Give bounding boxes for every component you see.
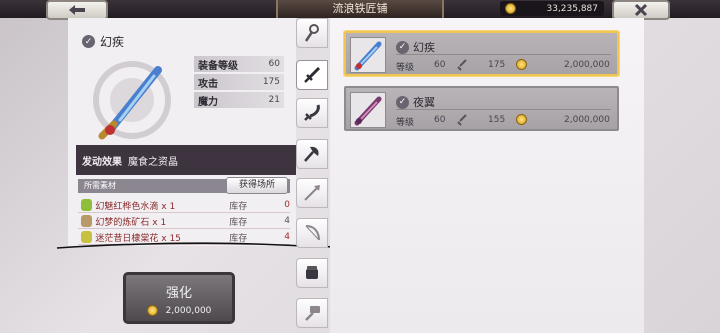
item-thumbnail	[350, 92, 386, 128]
divider	[396, 109, 611, 110]
tab-bow[interactable]	[296, 218, 328, 248]
material-stock: 0	[284, 200, 290, 210]
stat-label: 攻击	[198, 78, 218, 90]
effect-key: 发动效果	[82, 156, 122, 168]
hammer-icon	[305, 306, 320, 321]
staff-icon	[304, 24, 319, 42]
item-level-label: 等级	[396, 118, 415, 128]
material-stock-label: 库存	[229, 217, 248, 228]
enhance-cost: 2,000,000	[126, 305, 232, 316]
item-name: ✓ 夜翼	[396, 94, 435, 110]
item-name-text: 幻疾	[413, 41, 435, 54]
check-icon: ✓	[396, 95, 409, 109]
stat-equip-level: 装备等级 60	[194, 56, 284, 72]
attack-icon	[457, 114, 467, 126]
item-level: 60	[434, 115, 446, 125]
axe-icon	[304, 146, 319, 162]
stat-value: 175	[262, 77, 280, 87]
page-title: 流浪铁匠铺	[276, 0, 444, 18]
item-name: ✓ 幻疾	[396, 39, 435, 55]
effect-bar: 发动效果 魔食之资晶	[76, 145, 296, 175]
check-icon: ✓	[82, 35, 95, 48]
weapon-emblem-icon	[93, 61, 171, 140]
tab-sword[interactable]	[296, 60, 328, 90]
tab-blade[interactable]	[296, 98, 328, 128]
back-button[interactable]	[46, 0, 108, 20]
sword-icon	[354, 41, 382, 71]
close-button[interactable]	[612, 0, 670, 20]
tab-axe[interactable]	[296, 139, 328, 169]
enhance-cost-value: 2,000,000	[165, 305, 212, 316]
enhance-button[interactable]: 强化 2,000,000	[123, 272, 235, 324]
material-stock: 4	[284, 216, 290, 226]
material-row[interactable]: 幻魅红桦色水滴 x 1 库存 0	[78, 198, 290, 213]
gold-amount: 33,235,887	[546, 3, 598, 14]
stat-value: 60	[268, 59, 280, 69]
material-stock-label: 库存	[229, 201, 248, 212]
close-icon	[634, 3, 648, 17]
sword-icon	[304, 66, 321, 83]
item-level-label: 等级	[396, 63, 415, 73]
tab-spear[interactable]	[296, 178, 328, 208]
item-price: 2,000,000	[564, 60, 610, 70]
stat-label: 魔力	[198, 96, 218, 108]
coin-icon	[516, 114, 527, 125]
material-name: 幻魅红桦色水滴 x 1	[95, 201, 176, 212]
ore-icon	[81, 215, 93, 227]
spear-icon	[304, 185, 320, 201]
enhance-label: 强化	[165, 286, 192, 301]
item-level: 60	[434, 60, 446, 70]
stat-value: 21	[268, 95, 280, 105]
item-card[interactable]: ✓ 夜翼 等级 60 155 2,000,000	[344, 86, 619, 131]
stat-attack: 攻击 175	[194, 74, 284, 90]
attack-icon	[457, 59, 467, 71]
tab-gauntlet[interactable]	[296, 258, 328, 288]
blade-icon	[304, 104, 320, 121]
material-name: 幻梦的炼矿石 x 1	[95, 217, 167, 228]
stat-magic: 魔力 21	[194, 92, 284, 108]
divider	[396, 54, 611, 55]
arrow-left-icon	[69, 5, 85, 15]
item-attack: 155	[488, 115, 506, 125]
check-icon: ✓	[396, 40, 409, 54]
bow-icon	[305, 225, 320, 241]
material-row[interactable]: 幻梦的炼矿石 x 1 库存 4	[78, 214, 290, 229]
item-card[interactable]: ✓ 幻疾 等级 60 175 2,000,000	[344, 31, 619, 76]
item-attack: 175	[488, 60, 506, 70]
detail-item-name: ✓ 幻疾	[82, 33, 124, 50]
stat-label: 装备等级	[198, 60, 238, 72]
water-drop-icon	[81, 199, 93, 211]
coin-icon	[505, 3, 516, 14]
gauntlet-icon	[306, 266, 318, 279]
coin-icon	[516, 59, 527, 70]
tab-hammer[interactable]	[296, 298, 328, 328]
item-thumbnail	[350, 37, 386, 73]
tab-staff[interactable]	[296, 18, 328, 48]
coin-icon	[146, 305, 158, 316]
item-name-text: 夜翼	[413, 96, 435, 109]
item-price: 2,000,000	[564, 115, 610, 125]
detail-item-name-text: 幻疾	[100, 35, 125, 49]
effect-value: 魔食之资晶	[128, 156, 178, 168]
sword-icon	[354, 96, 382, 126]
source-button[interactable]: 获得场所	[226, 177, 288, 194]
gold-display: 33,235,887	[500, 1, 604, 16]
